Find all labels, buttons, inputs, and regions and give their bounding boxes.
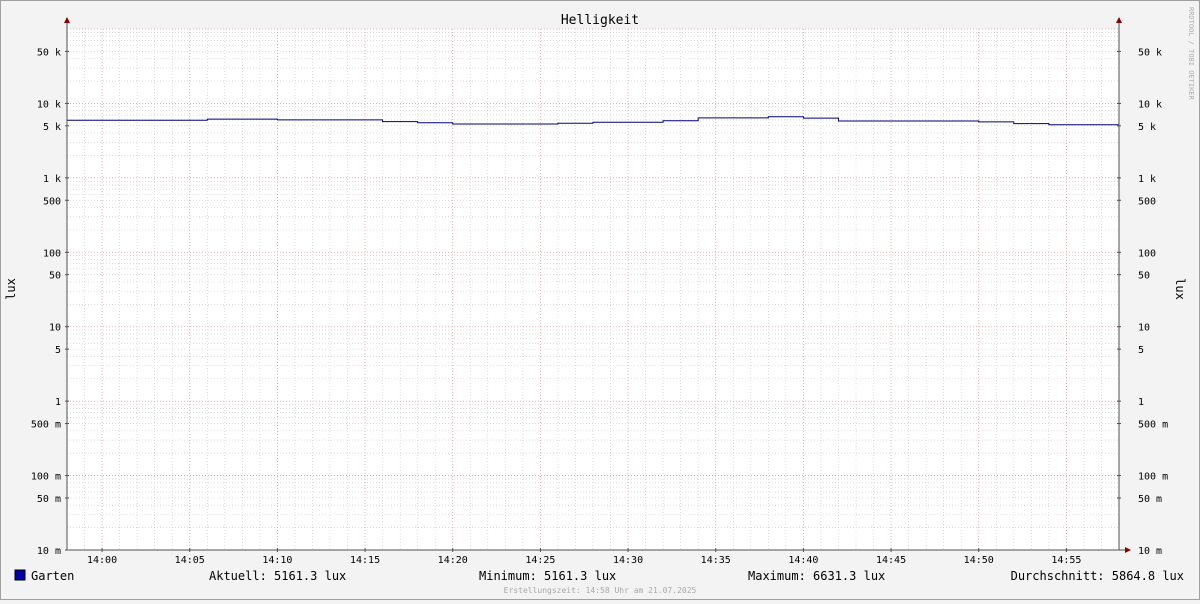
- y-tick-label-right: 5: [1138, 345, 1144, 356]
- y-tick-label-right: 100: [1138, 248, 1156, 259]
- y-tick-label-right: 1: [1138, 397, 1144, 408]
- y-tick-label-right: 5 k: [1138, 122, 1156, 133]
- y-tick-label-left: 50: [49, 271, 61, 282]
- x-axis-arrow: [1125, 547, 1131, 553]
- y-tick-label-left: 1: [55, 397, 61, 408]
- y-tick-label-left: 100 m: [31, 472, 61, 483]
- y-tick-label-right: 50: [1138, 271, 1150, 282]
- y-tick-label-left: 5 k: [43, 122, 61, 133]
- legend-current: Aktuell: 5161.3 lux: [209, 569, 346, 583]
- y-tick-label-right: 100 m: [1138, 472, 1168, 483]
- y-axis-arrow-right: [1116, 17, 1122, 23]
- legend-average: Durchschnitt: 5864.8 lux: [1011, 569, 1184, 583]
- x-tick-label: 14:10: [262, 555, 292, 566]
- x-tick-label: 14:15: [350, 555, 380, 566]
- creation-timestamp: Erstellungszeit: 14:58 Uhr am 21.07.2025: [504, 586, 697, 595]
- x-tick-label: 14:35: [701, 555, 731, 566]
- y-tick-label-left: 500 m: [31, 420, 61, 431]
- legend-series-name: Garten: [31, 569, 74, 583]
- x-tick-label: 14:50: [964, 555, 994, 566]
- brightness-chart: 50 k 10 k 5 k 1 k 500 100 50 10 5 1 500 m 100 m 50 m…: [4, 7, 1195, 595]
- y-tick-label-left: 10 m: [37, 546, 61, 557]
- y-tick-label-left: 50 k: [37, 47, 61, 58]
- chart-frame: 50 k 10 k 5 k 1 k 500 100 50 10 5 1 500 m 100 m 50 m…: [0, 0, 1200, 600]
- x-tick-label: 14:00: [87, 555, 117, 566]
- y-tick-label-right: 10: [1138, 323, 1150, 334]
- legend-maximum: Maximum: 6631.3 lux: [748, 569, 885, 583]
- chart-title: Helligkeit: [561, 13, 639, 28]
- y-tick-label-right: 50 m: [1138, 494, 1162, 505]
- y-tick-label-right: 500: [1138, 196, 1156, 207]
- rrdtool-watermark: RRDTOOL / TOBI OETIKER: [1187, 7, 1195, 101]
- x-tick-label: 14:05: [175, 555, 205, 566]
- y-tick-label-left: 1 k: [43, 174, 61, 185]
- legend-swatch-garten: [14, 569, 26, 581]
- y-tick-label-left: 10: [49, 323, 61, 334]
- y-tick-labels-right: 50 k 10 k 5 k 1 k 500 100 50 10 5 1 500 m 100 m 50 m…: [1138, 47, 1168, 557]
- x-tick-label: 14:20: [438, 555, 468, 566]
- y-axis-arrow-left: [64, 17, 70, 23]
- y-tick-label-right: 1 k: [1138, 174, 1156, 185]
- y-tick-label-right: 10 m: [1138, 546, 1162, 557]
- x-tick-labels: 14:00 14:05 14:10 14:15 14:20 14:25 14:30 14:35…: [87, 555, 1081, 566]
- y-tick-label-left: 5: [55, 345, 61, 356]
- x-tick-label: 14:45: [876, 555, 906, 566]
- x-tick-label: 14:55: [1051, 555, 1081, 566]
- y-tick-label-right: 10 k: [1138, 99, 1162, 110]
- y-axis-label-right: lux: [1173, 278, 1187, 300]
- x-tick-label: 14:30: [613, 555, 643, 566]
- y-tick-label-left: 100: [43, 248, 61, 259]
- y-tick-label-right: 500 m: [1138, 420, 1168, 431]
- y-axis-label-left: lux: [4, 278, 18, 300]
- x-tick-label: 14:40: [788, 555, 818, 566]
- y-tick-label-left: 50 m: [37, 494, 61, 505]
- y-tick-label-left: 10 k: [37, 99, 61, 110]
- y-tick-label-left: 500: [43, 196, 61, 207]
- y-tick-labels-left: 50 k 10 k 5 k 1 k 500 100 50 10 5 1 500 m 100 m 50 m…: [31, 47, 61, 557]
- y-tick-label-right: 50 k: [1138, 47, 1162, 58]
- legend-minimum: Minimum: 5161.3 lux: [479, 569, 616, 583]
- x-tick-label: 14:25: [525, 555, 555, 566]
